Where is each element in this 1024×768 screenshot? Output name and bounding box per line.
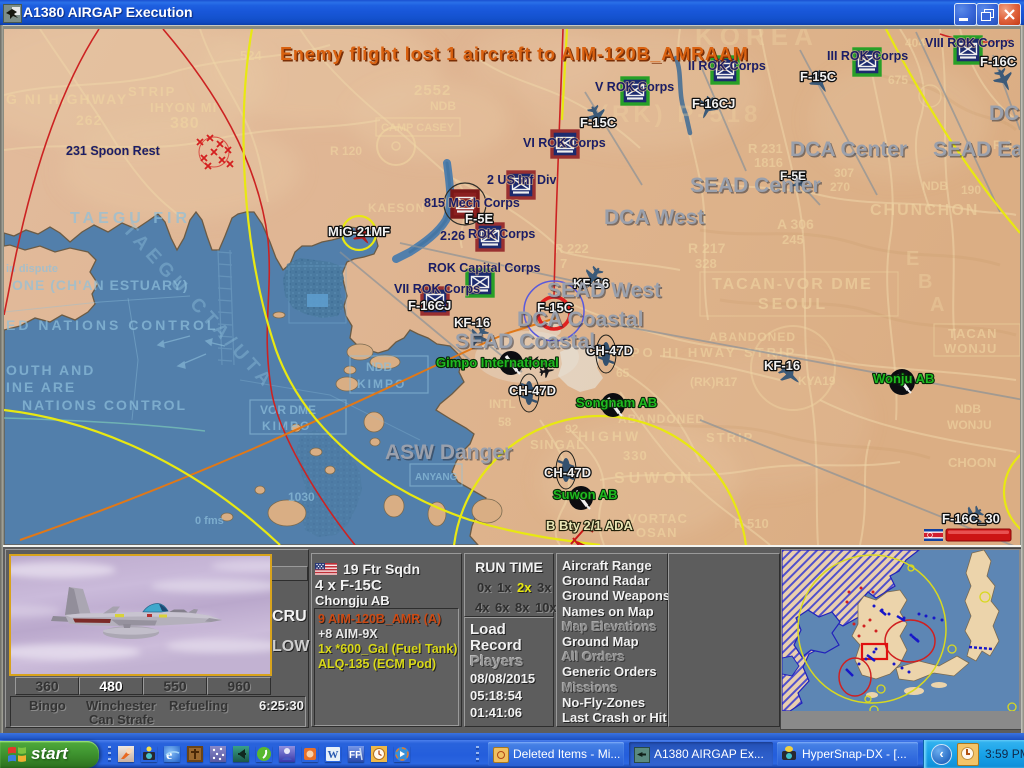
- svg-text:DCA East: DCA East: [989, 102, 1020, 125]
- svg-text:HIGHW: HIGHW: [578, 428, 641, 444]
- svg-text:ASW Danger: ASW Danger: [385, 441, 512, 464]
- svg-text:SEAD West: SEAD West: [547, 279, 661, 302]
- svg-text:Suwon AB: Suwon AB: [553, 487, 618, 502]
- svg-text:380: 380: [170, 115, 200, 132]
- svg-text:NDB: NDB: [366, 360, 392, 374]
- svg-text:NDB: NDB: [955, 402, 981, 416]
- svg-text:F-16CJ: F-16CJ: [692, 96, 735, 111]
- svg-text:W: W: [328, 749, 339, 761]
- svg-text:CH-47D: CH-47D: [544, 465, 591, 480]
- svg-text:Enemy flight lost 1 aircraft t: Enemy flight lost 1 aircraft to AIM-120B…: [280, 44, 749, 64]
- svg-text:IHYON MI: IHYON MI: [150, 100, 217, 115]
- svg-text:VORTAC: VORTAC: [628, 511, 688, 526]
- svg-text:VIII ROK Corps: VIII ROK Corps: [925, 36, 1015, 50]
- svg-text:815 Mech Corps: 815 Mech Corps: [424, 196, 520, 210]
- svg-text:1030: 1030: [288, 490, 315, 504]
- svg-text:III ROK Corps: III ROK Corps: [827, 49, 908, 63]
- svg-text:A: A: [930, 294, 944, 316]
- svg-text:TACAN: TACAN: [948, 326, 998, 341]
- svg-text:307: 307: [834, 166, 854, 180]
- svg-text:190: 190: [961, 183, 981, 197]
- svg-text:328: 328: [695, 256, 717, 271]
- svg-text:ROK Capital Corps: ROK Capital Corps: [428, 261, 541, 275]
- svg-text:ROK Corps: ROK Corps: [468, 227, 535, 241]
- svg-text:F-16C: F-16C: [980, 54, 1017, 69]
- svg-text:F-16CJ: F-16CJ: [408, 298, 451, 313]
- svg-text:92: 92: [565, 422, 579, 436]
- svg-text:ED NATIONS CONTROL: ED NATIONS CONTROL: [6, 317, 218, 333]
- svg-text:R 231: R 231: [748, 141, 783, 156]
- svg-text:CHOON: CHOON: [948, 455, 996, 470]
- svg-text:VII ROK Corps: VII ROK Corps: [394, 282, 480, 296]
- svg-text:ANYANG: ANYANG: [415, 472, 458, 483]
- svg-text:SEAD East: SEAD East: [933, 138, 1020, 161]
- svg-text:DCA West: DCA West: [604, 206, 704, 229]
- svg-text:G NI HIGHWAY: G NI HIGHWAY: [6, 91, 128, 107]
- svg-text:R 222: R 222: [554, 241, 589, 256]
- svg-text:B Bty 2/1 ADA: B Bty 2/1 ADA: [546, 518, 634, 533]
- svg-text:VI ROK Corps: VI ROK Corps: [523, 136, 606, 150]
- svg-text:F-16C_30: F-16C_30: [942, 511, 1000, 526]
- svg-text:ABANDONED: ABANDONED: [709, 330, 796, 344]
- svg-text:262: 262: [76, 112, 102, 128]
- svg-text:R 217: R 217: [688, 240, 726, 256]
- svg-text:INTL: INTL: [489, 397, 516, 411]
- svg-text:675: 675: [888, 73, 908, 87]
- svg-text:MiG-21MF: MiG-21MF: [328, 224, 390, 239]
- svg-text:Songnam AB: Songnam AB: [576, 395, 657, 410]
- svg-text:A 306: A 306: [777, 216, 814, 232]
- svg-text:524: 524: [240, 48, 262, 63]
- svg-text:231 Spoon Rest: 231 Spoon Rest: [66, 144, 161, 158]
- svg-text:KAESON: KAESON: [368, 201, 425, 215]
- svg-text:65: 65: [616, 366, 630, 380]
- svg-text:SEOUL: SEOUL: [758, 296, 828, 313]
- svg-text:INE ARE: INE ARE: [6, 379, 76, 395]
- svg-text:STRIP: STRIP: [128, 84, 176, 99]
- svg-text:V ROK Corps: V ROK Corps: [595, 80, 674, 94]
- svg-text:Wonju AB: Wonju AB: [873, 371, 934, 386]
- svg-text:404: 404: [905, 36, 925, 50]
- svg-text:F-15C: F-15C: [580, 115, 617, 130]
- svg-text:CHUNCHON: CHUNCHON: [870, 202, 979, 219]
- svg-text:7: 7: [560, 256, 567, 271]
- svg-text:F-5E: F-5E: [465, 211, 494, 226]
- svg-text:1816: 1816: [754, 155, 783, 170]
- svg-text:NDB: NDB: [922, 179, 948, 193]
- svg-text:0 fms: 0 fms: [195, 515, 224, 527]
- svg-text:SEAD Coastal: SEAD Coastal: [455, 330, 595, 353]
- svg-text:(RK)R17: (RK)R17: [690, 375, 738, 389]
- svg-text:245: 245: [782, 232, 804, 247]
- svg-text:B: B: [918, 271, 932, 293]
- svg-text:KF-16: KF-16: [454, 315, 490, 330]
- svg-text:NDB: NDB: [430, 99, 456, 113]
- svg-text:OSAN: OSAN: [636, 525, 678, 540]
- svg-text:330: 330: [623, 448, 648, 463]
- svg-text:DCA Coastal: DCA Coastal: [517, 308, 643, 331]
- svg-text:WONJU: WONJU: [947, 418, 992, 432]
- svg-text:DCA Center: DCA Center: [790, 138, 907, 161]
- svg-text:CH-47D: CH-47D: [509, 383, 556, 398]
- svg-text:2 US Inf Div: 2 US Inf Div: [487, 173, 557, 187]
- svg-text:2:26: 2:26: [440, 229, 465, 243]
- svg-text:SINGAL: SINGAL: [530, 437, 585, 452]
- svg-text:Gimpo International: Gimpo International: [436, 355, 559, 370]
- svg-text:NATIONS CONTROL: NATIONS CONTROL: [22, 397, 187, 413]
- svg-text:2552: 2552: [414, 82, 451, 99]
- svg-text:E: E: [906, 248, 919, 270]
- svg-text:SEAD Center: SEAD Center: [690, 174, 821, 197]
- svg-text:TACAN-VOR DME: TACAN-VOR DME: [712, 276, 873, 293]
- svg-text:WONJU: WONJU: [944, 341, 997, 356]
- svg-text:KIMPO: KIMPO: [357, 377, 406, 391]
- svg-text:OUTH AND: OUTH AND: [6, 362, 95, 378]
- svg-text:R 120: R 120: [330, 144, 362, 158]
- svg-text:270: 270: [830, 180, 850, 194]
- svg-text:58: 58: [498, 415, 512, 429]
- svg-text:SUWON: SUWON: [614, 470, 695, 487]
- svg-text:KF-16: KF-16: [764, 358, 800, 373]
- svg-text:F-15C: F-15C: [800, 69, 837, 84]
